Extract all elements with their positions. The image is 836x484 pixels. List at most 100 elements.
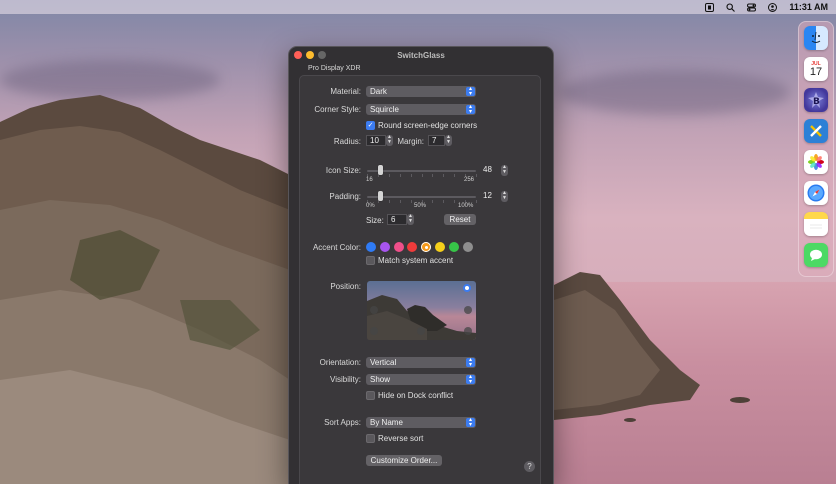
sort-apps-value: By Name <box>370 418 403 427</box>
padding-slider-knob[interactable] <box>378 191 384 201</box>
help-button[interactable]: ? <box>524 461 535 472</box>
position-bottom-right-radio[interactable] <box>464 327 472 335</box>
accent-swatch[interactable] <box>366 242 376 252</box>
icon-size-slider-knob[interactable] <box>378 165 384 175</box>
finder-icon[interactable] <box>804 26 828 50</box>
margin-label: Margin: <box>397 137 424 146</box>
icon-size-max-label: 256 <box>464 177 475 183</box>
slider-tick <box>454 174 456 177</box>
material-popup[interactable]: Dark ▴ ▾ <box>366 86 476 97</box>
position-middle-right-radio[interactable] <box>464 306 472 314</box>
accent-color-label: Accent Color: <box>312 243 361 252</box>
selected-dot-icon <box>424 245 428 249</box>
calendar-day: 17 <box>809 65 823 78</box>
reverse-sort-label: Reverse sort <box>378 434 424 443</box>
switchglass-icon[interactable]: B <box>804 88 828 112</box>
reverse-sort-checkbox[interactable] <box>366 434 375 443</box>
accent-swatch[interactable] <box>435 242 445 252</box>
control-center-icon[interactable] <box>747 3 757 12</box>
padding-stepper[interactable]: ▲ ▼ <box>501 191 508 202</box>
padding-tick-50: 50% <box>414 203 427 209</box>
visibility-value: Show <box>370 375 391 384</box>
slider-tick <box>388 200 390 203</box>
reset-button[interactable]: Reset <box>444 214 476 225</box>
margin-field[interactable]: 7 <box>428 135 445 146</box>
sort-apps-popup[interactable]: By Name ▴ ▾ <box>366 417 476 428</box>
search-icon[interactable] <box>726 2 736 12</box>
margin-stepper[interactable]: ▲ ▼ <box>445 135 452 146</box>
slider-tick <box>443 174 445 177</box>
slider-tick <box>443 200 445 203</box>
slider-tick <box>399 200 401 203</box>
menubar-clock[interactable]: 11:31 AM <box>789 2 828 12</box>
corner-style-popup[interactable]: Squircle ▴ ▾ <box>366 104 476 115</box>
zoom-button[interactable] <box>318 51 326 59</box>
orientation-popup[interactable]: Vertical ▴ ▾ <box>366 357 476 368</box>
switchglass-dock: JUL 17 B <box>798 21 834 277</box>
accent-swatch[interactable] <box>393 242 404 252</box>
hide-dock-checkbox[interactable] <box>366 391 375 400</box>
orientation-value: Vertical <box>370 358 397 367</box>
round-corners-checkbox[interactable]: ✓ <box>366 121 375 130</box>
round-corners-label: Round screen-edge corners <box>378 121 478 130</box>
slider-tick <box>476 200 477 203</box>
match-accent-checkbox[interactable] <box>366 256 375 265</box>
menu-bar: 11:31 AM <box>0 0 836 14</box>
display-icon[interactable] <box>705 2 715 12</box>
position-bottom-left-radio[interactable] <box>370 327 378 335</box>
slider-tick <box>410 200 412 203</box>
sort-apps-label: Sort Apps: <box>324 418 361 427</box>
chevron-updown-icon: ▴ ▾ <box>466 417 475 428</box>
window-controls <box>294 51 326 59</box>
padding-tick-0: 0% <box>366 203 375 209</box>
material-value: Dark <box>370 87 387 96</box>
calendar-icon[interactable]: JUL 17 <box>804 57 828 81</box>
title-bar[interactable]: SwitchGlass <box>289 47 553 63</box>
corner-style-value: Squircle <box>370 105 399 114</box>
position-middle-left-radio[interactable] <box>370 306 378 314</box>
icon-size-stepper[interactable]: ▲ ▼ <box>501 165 508 176</box>
position-bottom-center-radio[interactable] <box>417 327 425 335</box>
accent-swatch[interactable] <box>379 242 390 252</box>
slider-tick <box>421 174 423 177</box>
safari-icon[interactable] <box>804 181 828 205</box>
user-icon[interactable] <box>768 2 778 12</box>
radius-stepper[interactable]: ▲ ▼ <box>386 135 393 146</box>
size-field[interactable]: 6 <box>387 214 407 225</box>
slider-tick <box>454 200 456 203</box>
chevron-updown-icon: ▴ ▾ <box>466 104 475 115</box>
tools-icon[interactable] <box>804 119 828 143</box>
hide-dock-label: Hide on Dock conflict <box>378 391 454 400</box>
icon-size-min-label: 16 <box>366 177 373 183</box>
position-preview <box>367 281 476 340</box>
photos-icon[interactable] <box>804 150 828 174</box>
position-top-right-radio[interactable] <box>463 284 471 292</box>
orientation-label: Orientation: <box>319 358 361 367</box>
padding-field[interactable]: 12 <box>480 191 500 202</box>
accent-swatch[interactable] <box>462 242 473 252</box>
radius-label: Radius: <box>333 137 361 146</box>
slider-tick <box>388 174 390 177</box>
messages-icon[interactable] <box>804 243 828 267</box>
accent-swatch[interactable] <box>448 242 459 252</box>
corner-style-label: Corner Style: <box>314 105 361 114</box>
window-title: SwitchGlass <box>397 50 445 60</box>
chevron-updown-icon: ▴ ▾ <box>466 357 475 368</box>
visibility-popup[interactable]: Show ▴ ▾ <box>366 374 476 385</box>
position-label: Position: <box>330 282 361 291</box>
display-tab[interactable]: Pro Display XDR <box>308 65 361 72</box>
slider-tick <box>476 174 477 177</box>
radius-field[interactable]: 10 <box>366 135 386 146</box>
slider-tick <box>432 200 434 203</box>
minimize-button[interactable] <box>306 51 314 59</box>
size-stepper[interactable]: ▲ ▼ <box>407 214 414 225</box>
notes-icon[interactable] <box>804 212 828 236</box>
icon-size-label: Icon Size: <box>325 166 361 175</box>
close-button[interactable] <box>294 51 302 59</box>
chevron-updown-icon: ▴ ▾ <box>466 374 475 385</box>
icon-size-slider-track[interactable] <box>367 170 476 172</box>
icon-size-field[interactable]: 48 <box>480 165 500 176</box>
customize-order-button[interactable]: Customize Order... <box>366 455 442 466</box>
padding-slider-track[interactable] <box>367 196 476 198</box>
material-label: Material: <box>330 87 361 96</box>
